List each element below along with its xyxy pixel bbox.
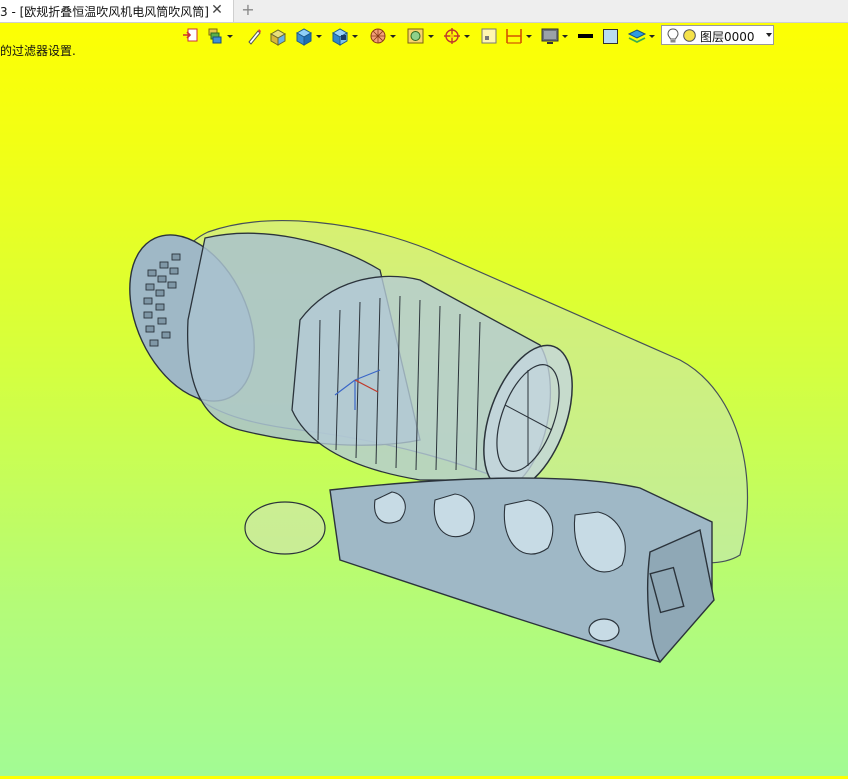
box-shaded-icon[interactable] xyxy=(268,26,288,46)
hair-dryer-model xyxy=(129,220,749,664)
layer-color-icon[interactable] xyxy=(683,29,696,42)
layer-stack-icon[interactable] xyxy=(627,26,655,46)
close-icon[interactable]: ✕ xyxy=(210,2,224,18)
document-tab-bar: 3 - [欧规折叠恒温吹风机电风筒吹风筒] ✕ + xyxy=(0,0,848,23)
new-tab-button[interactable]: + xyxy=(240,1,256,19)
layer-select[interactable]: 图层0000 xyxy=(661,25,774,45)
dimension-icon[interactable] xyxy=(504,26,532,46)
layer-name: 图层0000 xyxy=(700,30,755,44)
select-face-icon[interactable] xyxy=(480,26,498,46)
view-cube-icon[interactable] xyxy=(330,26,358,46)
3d-viewport[interactable] xyxy=(0,47,848,776)
sphere-render-icon[interactable] xyxy=(368,26,396,46)
chevron-down-icon[interactable] xyxy=(766,33,772,37)
document-tab-title: 3 - [欧规折叠恒温吹风机电风筒吹风筒] xyxy=(0,5,209,19)
layers-stack-icon[interactable] xyxy=(206,26,233,46)
line-color-icon[interactable] xyxy=(578,26,594,46)
pen-icon[interactable] xyxy=(246,26,262,46)
monitor-icon[interactable] xyxy=(540,26,568,46)
display-mode-icon[interactable] xyxy=(406,26,434,46)
fill-color-icon[interactable] xyxy=(602,26,620,46)
import-icon[interactable] xyxy=(182,26,200,46)
cube-icon[interactable] xyxy=(294,26,322,46)
axis-icon[interactable] xyxy=(442,26,470,46)
document-tab[interactable]: 3 - [欧规折叠恒温吹风机电风筒吹风筒] ✕ xyxy=(0,0,234,22)
bulb-icon[interactable] xyxy=(667,28,679,44)
view-toolbar: 图层0000 xyxy=(180,25,780,47)
